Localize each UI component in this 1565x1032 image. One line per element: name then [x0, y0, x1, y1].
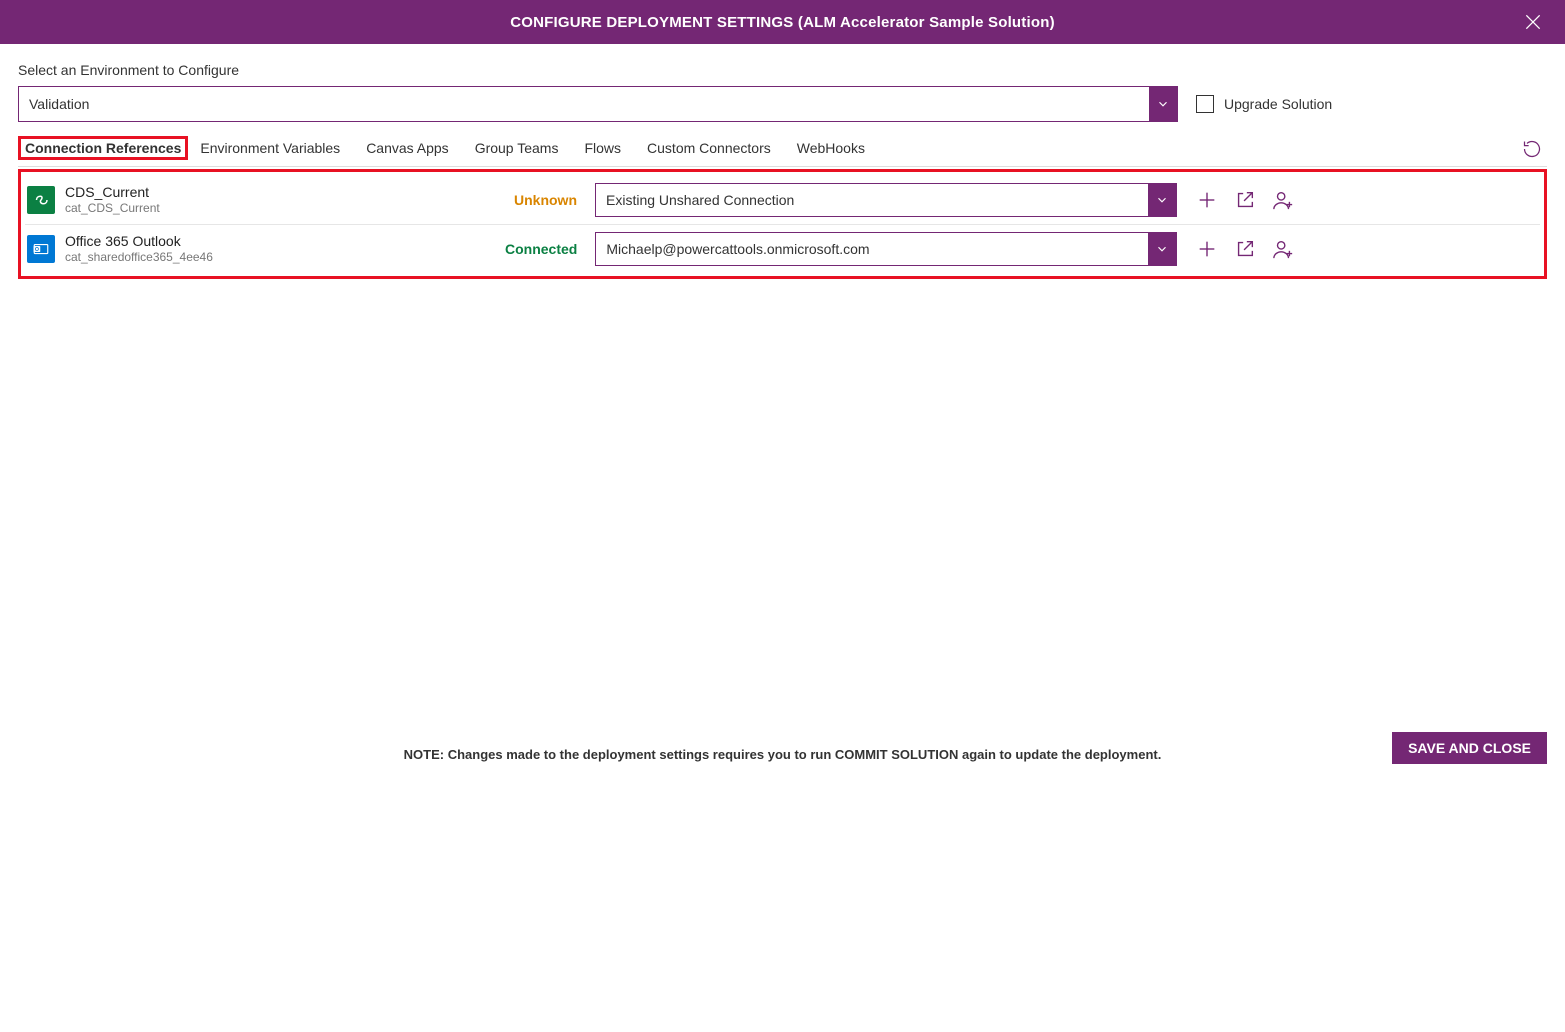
person-add-icon [1272, 238, 1294, 260]
connection-select-value: Existing Unshared Connection [596, 184, 1148, 216]
environment-label: Select an Environment to Configure [18, 62, 1547, 78]
connection-select-caret[interactable] [1148, 184, 1176, 216]
tab-environment-variables[interactable]: Environment Variables [194, 136, 346, 160]
person-add-icon [1272, 189, 1294, 211]
dialog-title: CONFIGURE DEPLOYMENT SETTINGS (ALM Accel… [510, 14, 1055, 31]
dataverse-icon [27, 186, 55, 214]
chevron-down-icon [1155, 193, 1169, 207]
add-user-button[interactable] [1271, 188, 1295, 212]
tab-flows[interactable]: Flows [578, 136, 627, 160]
connection-select[interactable]: Michaelp@powercattools.onmicrosoft.com [595, 232, 1177, 266]
connection-schema: cat_CDS_Current [65, 201, 505, 215]
environment-select-value: Validation [19, 87, 1149, 121]
refresh-icon [1522, 139, 1542, 159]
connection-select-value: Michaelp@powercattools.onmicrosoft.com [596, 233, 1148, 265]
chevron-down-icon [1156, 97, 1170, 111]
tabs: Connection References Environment Variab… [18, 136, 1547, 167]
upgrade-solution-checkbox[interactable] [1196, 95, 1214, 113]
open-external-icon [1234, 238, 1256, 260]
connection-status: Connected [505, 241, 595, 257]
connection-status: Unknown [505, 192, 595, 208]
tab-custom-connectors[interactable]: Custom Connectors [641, 136, 777, 160]
connection-name: CDS_Current [65, 184, 505, 201]
add-user-button[interactable] [1271, 237, 1295, 261]
open-connection-button[interactable] [1233, 188, 1257, 212]
close-icon [1523, 12, 1543, 32]
connection-row: CDS_Current cat_CDS_Current Unknown Exis… [25, 176, 1540, 224]
connection-select[interactable]: Existing Unshared Connection [595, 183, 1177, 217]
tab-webhooks[interactable]: WebHooks [791, 136, 871, 160]
open-connection-button[interactable] [1233, 237, 1257, 261]
add-connection-button[interactable] [1195, 237, 1219, 261]
open-external-icon [1234, 189, 1256, 211]
svg-text:O: O [35, 246, 39, 252]
plus-icon [1196, 189, 1218, 211]
connection-schema: cat_sharedoffice365_4ee46 [65, 250, 505, 264]
connection-row: O Office 365 Outlook cat_sharedoffice365… [25, 224, 1540, 272]
refresh-button[interactable] [1517, 134, 1547, 164]
tab-connection-references[interactable]: Connection References [18, 136, 188, 160]
add-connection-button[interactable] [1195, 188, 1219, 212]
save-and-close-button[interactable]: SAVE AND CLOSE [1392, 732, 1547, 764]
connection-select-caret[interactable] [1148, 233, 1176, 265]
close-button[interactable] [1511, 0, 1555, 44]
environment-select[interactable]: Validation [18, 86, 1178, 122]
tab-group-teams[interactable]: Group Teams [469, 136, 565, 160]
chevron-down-icon [1155, 242, 1169, 256]
connection-list: CDS_Current cat_CDS_Current Unknown Exis… [18, 169, 1547, 279]
connection-name: Office 365 Outlook [65, 233, 505, 250]
footer-note: NOTE: Changes made to the deployment set… [404, 747, 1162, 762]
environment-select-caret[interactable] [1149, 87, 1177, 121]
plus-icon [1196, 238, 1218, 260]
tab-canvas-apps[interactable]: Canvas Apps [360, 136, 455, 160]
outlook-icon: O [27, 235, 55, 263]
upgrade-solution-label: Upgrade Solution [1224, 96, 1332, 112]
dialog-header: CONFIGURE DEPLOYMENT SETTINGS (ALM Accel… [0, 0, 1565, 44]
